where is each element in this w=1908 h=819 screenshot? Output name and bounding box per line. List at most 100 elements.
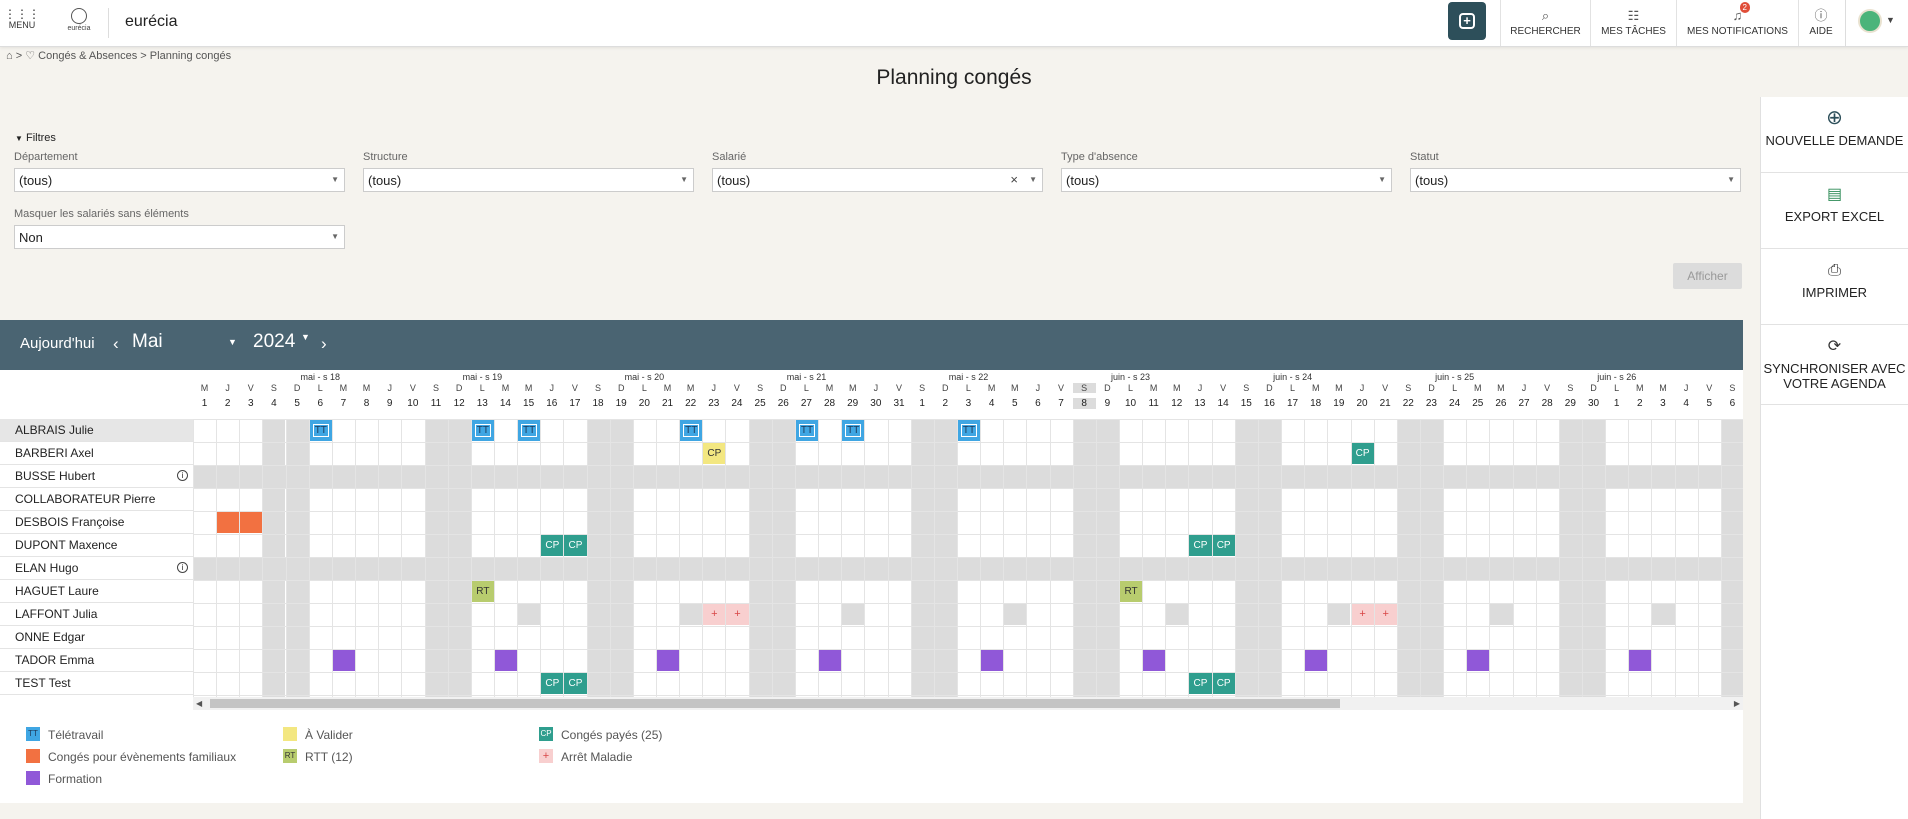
employee-name[interactable]: TADOR Emma [0, 649, 193, 672]
absence-event[interactable]: TT [309, 420, 332, 441]
absence-event[interactable]: CP [541, 673, 564, 694]
type-absence-select[interactable]: (tous) ▼ [1061, 168, 1392, 192]
nav-help[interactable]: ⓘ AIDE [1798, 0, 1843, 46]
absence-event[interactable] [1652, 604, 1675, 625]
absence-event[interactable]: CP [703, 443, 726, 464]
salarie-select[interactable]: (tous) × ▼ [712, 168, 1043, 192]
home-icon[interactable]: ⌂ [6, 50, 13, 62]
scroll-left-icon[interactable]: ◀ [196, 697, 202, 710]
absence-event[interactable]: CP [1212, 535, 1235, 556]
absence-event[interactable]: TT [518, 420, 541, 441]
absence-event[interactable]: TT [471, 420, 494, 441]
absence-event[interactable] [1490, 604, 1513, 625]
user-avatar[interactable] [1858, 9, 1882, 33]
breadcrumb-section[interactable]: Congés & Absences [38, 50, 137, 62]
employee-name[interactable]: ALBRAIS Julie [0, 419, 193, 442]
info-icon[interactable]: i [177, 470, 188, 481]
employee-name[interactable]: LAFFONT Julia [0, 603, 193, 626]
absence-event[interactable]: CP [564, 673, 587, 694]
absence-event[interactable] [217, 512, 240, 533]
employee-name[interactable]: ELAN Hugo i [0, 557, 193, 580]
absence-event[interactable] [1467, 650, 1490, 671]
departement-select[interactable]: (tous) ▼ [14, 168, 345, 192]
clear-icon[interactable]: × [1010, 172, 1018, 187]
masquer-select[interactable]: Non ▼ [14, 225, 345, 249]
grid-line [910, 419, 912, 698]
day-number: 29 [1564, 398, 1576, 409]
nav-search[interactable]: ⌕ RECHERCHER [1500, 0, 1590, 46]
legend-label: Formation [48, 772, 103, 786]
menu-button[interactable]: ⋮⋮⋮ MENU [4, 8, 40, 30]
absence-event[interactable] [680, 604, 703, 625]
absence-event[interactable]: TT [957, 420, 981, 441]
absence-event[interactable]: TT [842, 420, 865, 441]
absence-event[interactable]: TT [680, 420, 703, 441]
absence-event[interactable] [657, 650, 680, 671]
absence-event[interactable]: CP [1351, 443, 1374, 464]
absence-event[interactable]: CP [1189, 673, 1212, 694]
day-letter: L [803, 383, 809, 393]
export-excel-button[interactable]: ▤ EXPORT EXCEL [1761, 173, 1908, 249]
absence-event[interactable] [1629, 650, 1652, 671]
today-button[interactable]: Aujourd'hui [20, 335, 95, 352]
absence-event[interactable] [1328, 604, 1351, 625]
print-button[interactable]: ⎙ IMPRIMER [1761, 249, 1908, 325]
scroll-right-icon[interactable]: ▶ [1734, 697, 1740, 710]
day-number: 21 [1379, 398, 1391, 409]
employee-name[interactable]: TEST Test [0, 672, 193, 695]
month-select[interactable]: Mai [132, 331, 163, 353]
scrollbar-thumb[interactable] [210, 699, 1340, 708]
absence-event[interactable] [240, 512, 263, 533]
absence-event[interactable] [981, 650, 1004, 671]
next-month-button[interactable]: › [321, 334, 327, 354]
absence-event[interactable]: TT [795, 420, 819, 441]
absence-event[interactable] [842, 604, 865, 625]
horizontal-scrollbar[interactable]: ◀ ▶ [193, 697, 1743, 710]
info-icon[interactable]: i [177, 562, 188, 573]
employee-name[interactable]: DESBOIS Françoise [0, 511, 193, 534]
absence-event[interactable] [332, 650, 356, 671]
absence-event[interactable]: + [1351, 604, 1374, 625]
absence-event[interactable]: CP [1212, 673, 1235, 694]
nav-tasks[interactable]: ☷ MES TÂCHES [1590, 0, 1676, 46]
absence-event[interactable] [1305, 650, 1328, 671]
absence-event[interactable]: CP [564, 535, 587, 556]
absence-event[interactable] [1143, 650, 1166, 671]
employee-name[interactable]: ONNE Edgar [0, 626, 193, 649]
notification-badge: 2 [1739, 2, 1750, 13]
absence-event[interactable] [518, 604, 541, 625]
month-caret-icon[interactable]: ▼ [228, 337, 237, 347]
employee-name[interactable]: COLLABORATEUR Pierre [0, 488, 193, 511]
previous-month-button[interactable]: ‹ [113, 334, 119, 354]
employee-name[interactable]: DUPONT Maxence [0, 534, 193, 557]
absence-event[interactable]: + [726, 604, 749, 625]
absence-event[interactable] [1004, 604, 1027, 625]
day-letter: S [1567, 383, 1574, 393]
absence-event[interactable]: + [1374, 604, 1397, 625]
chevron-down-icon[interactable]: ▼ [1886, 15, 1895, 25]
filters-label: Filtres [25, 132, 56, 144]
filters-toggle[interactable]: ▼ Filtres [15, 132, 56, 144]
structure-select[interactable]: (tous) ▼ [363, 168, 694, 192]
absence-event[interactable] [494, 650, 518, 671]
absence-event[interactable] [819, 650, 842, 671]
dropdown-arrow-icon: ▼ [1727, 175, 1735, 184]
new-request-button[interactable]: ⊕ NOUVELLE DEMANDE [1761, 97, 1908, 173]
eurecia-logo[interactable]: eurécia [60, 8, 98, 32]
employee-name[interactable]: HAGUET Laure [0, 580, 193, 603]
afficher-button[interactable]: Afficher [1673, 263, 1742, 289]
nav-notifications[interactable]: ♫ 2 MES NOTIFICATIONS [1676, 0, 1798, 46]
absence-event[interactable] [1166, 604, 1189, 625]
absence-event[interactable]: CP [1189, 535, 1212, 556]
quick-add-button[interactable]: + [1448, 2, 1486, 40]
absence-event[interactable]: CP [541, 535, 564, 556]
absence-event[interactable]: + [703, 604, 726, 625]
year-select[interactable]: 2024 [253, 331, 295, 353]
year-caret-icon[interactable]: ▼ [301, 332, 310, 342]
statut-select[interactable]: (tous) ▼ [1410, 168, 1741, 192]
absence-event[interactable]: RT [1120, 581, 1143, 602]
sync-agenda-button[interactable]: ⟳ SYNCHRONISER AVEC VOTRE AGENDA [1761, 325, 1908, 405]
employee-name[interactable]: BUSSE Hubert i [0, 465, 193, 488]
absence-event[interactable]: RT [471, 581, 494, 602]
employee-name[interactable]: BARBERI Axel [0, 442, 193, 465]
